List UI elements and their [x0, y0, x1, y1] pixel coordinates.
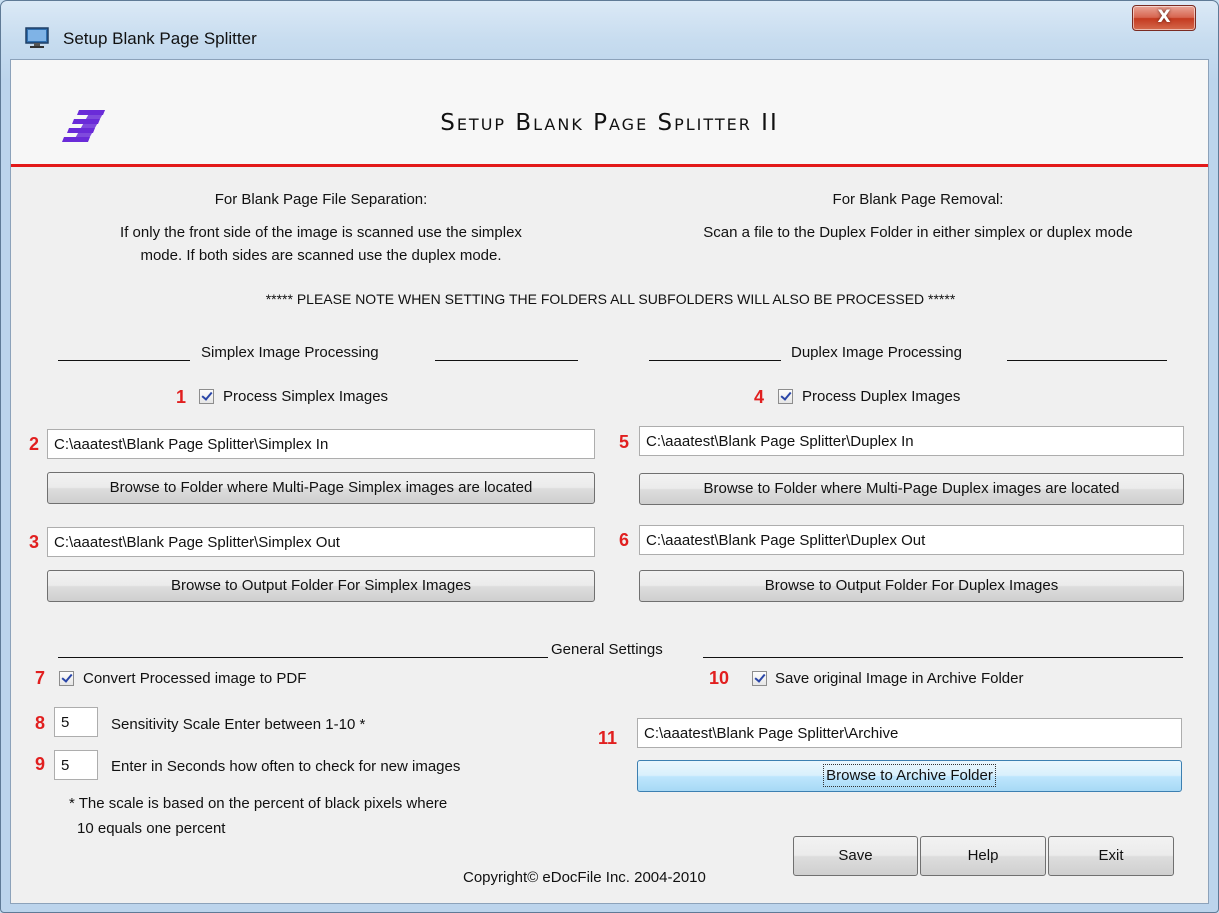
simplex-output-folder-field[interactable]: C:\aaatest\Blank Page Splitter\Simplex O… — [47, 527, 595, 557]
archive-folder-field[interactable]: C:\aaatest\Blank Page Splitter\Archive — [637, 718, 1182, 748]
browse-archive-button[interactable]: Browse to Archive Folder — [637, 760, 1182, 792]
marker-6: 6 — [619, 530, 630, 550]
marker-8: 8 — [35, 713, 46, 733]
marker-4: 4 — [754, 387, 765, 407]
browse-simplex-output-label: Browse to Output Folder For Simplex Imag… — [170, 577, 472, 594]
close-button[interactable]: X — [1132, 5, 1196, 31]
left-intro-line2: mode. If both sides are scanned use the … — [140, 247, 502, 264]
subfolders-note: ***** PLEASE NOTE WHEN SETTING THE FOLDE… — [265, 291, 956, 307]
convert-pdf-checkbox[interactable] — [59, 671, 74, 686]
marker-9: 9 — [35, 754, 46, 774]
archive-label: Save original Image in Archive Folder — [775, 670, 1024, 687]
marker-5: 5 — [619, 432, 630, 452]
browse-duplex-output-label: Browse to Output Folder For Duplex Image… — [764, 577, 1059, 594]
app-window: Setup Blank Page Splitter X Setup Blank … — [0, 0, 1219, 913]
footnote-line2: 10 equals one percent — [77, 820, 226, 837]
interval-field[interactable]: 5 — [54, 750, 98, 780]
duplex-process-checkbox[interactable] — [778, 389, 793, 404]
right-intro-heading: For Blank Page Removal: — [832, 191, 1004, 208]
help-button-label: Help — [967, 847, 999, 864]
left-intro-heading: For Blank Page File Separation: — [214, 191, 428, 208]
simplex-process-label: Process Simplex Images — [223, 388, 389, 405]
sensitivity-label: Sensitivity Scale Enter between 1-10 * — [111, 716, 366, 733]
left-intro-line1: If only the front side of the image is s… — [120, 224, 522, 241]
title-bar: Setup Blank Page Splitter X — [1, 1, 1218, 59]
interval-label: Enter in Seconds how often to check for … — [111, 758, 461, 775]
duplex-section-title: Duplex Image Processing — [791, 344, 962, 361]
dialog-body: Setup Blank Page Splitter II For Blank P… — [10, 59, 1209, 904]
duplex-rule-right — [1007, 360, 1167, 361]
archive-checkbox[interactable] — [752, 671, 767, 686]
marker-11: 11 — [598, 728, 618, 748]
exit-button[interactable]: Exit — [1048, 836, 1174, 876]
exit-button-label: Exit — [1098, 847, 1124, 864]
marker-7: 7 — [35, 668, 46, 688]
browse-archive-label: Browse to Archive Folder — [823, 764, 996, 787]
right-intro-line1: Scan a file to the Duplex Folder in eith… — [703, 224, 1133, 241]
window-title: Setup Blank Page Splitter — [63, 29, 257, 48]
general-rule-left — [58, 657, 548, 658]
help-button[interactable]: Help — [920, 836, 1046, 876]
browse-duplex-input-label: Browse to Folder where Multi-Page Duplex… — [703, 480, 1120, 497]
save-button-label: Save — [838, 847, 873, 864]
marker-10: 10 — [709, 668, 730, 688]
marker-1: 1 — [176, 387, 187, 407]
browse-simplex-input-button[interactable]: Browse to Folder where Multi-Page Simple… — [47, 472, 595, 504]
simplex-process-checkbox[interactable] — [199, 389, 214, 404]
duplex-rule-left — [649, 360, 781, 361]
simplex-section-title: Simplex Image Processing — [201, 344, 379, 361]
browse-simplex-output-button[interactable]: Browse to Output Folder For Simplex Imag… — [47, 570, 595, 602]
general-rule-right — [703, 657, 1183, 658]
browse-duplex-input-button[interactable]: Browse to Folder where Multi-Page Duplex… — [639, 473, 1184, 505]
browse-simplex-input-label: Browse to Folder where Multi-Page Simple… — [109, 479, 533, 496]
simplex-input-folder-field[interactable]: C:\aaatest\Blank Page Splitter\Simplex I… — [47, 429, 595, 459]
simplex-rule-right — [435, 360, 578, 361]
marker-2: 2 — [29, 434, 40, 454]
duplex-process-label: Process Duplex Images — [802, 388, 961, 405]
header-divider — [11, 164, 1208, 167]
duplex-input-folder-field[interactable]: C:\aaatest\Blank Page Splitter\Duplex In — [639, 426, 1184, 456]
save-button[interactable]: Save — [793, 836, 918, 876]
marker-3: 3 — [29, 532, 40, 552]
close-icon: X — [1157, 7, 1171, 27]
convert-pdf-label: Convert Processed image to PDF — [83, 670, 307, 687]
duplex-output-folder-field[interactable]: C:\aaatest\Blank Page Splitter\Duplex Ou… — [639, 525, 1184, 555]
general-section-title: General Settings — [551, 641, 663, 658]
header-title: Setup Blank Page Splitter II — [440, 110, 779, 136]
monitor-icon — [25, 27, 49, 48]
browse-duplex-output-button[interactable]: Browse to Output Folder For Duplex Image… — [639, 570, 1184, 602]
footnote-line1: * The scale is based on the percent of b… — [69, 795, 448, 812]
copyright-text: Copyright© eDocFile Inc. 2004-2010 — [463, 869, 706, 886]
simplex-rule-left — [58, 360, 190, 361]
sensitivity-field[interactable]: 5 — [54, 707, 98, 737]
header-band: Setup Blank Page Splitter II — [11, 60, 1208, 165]
